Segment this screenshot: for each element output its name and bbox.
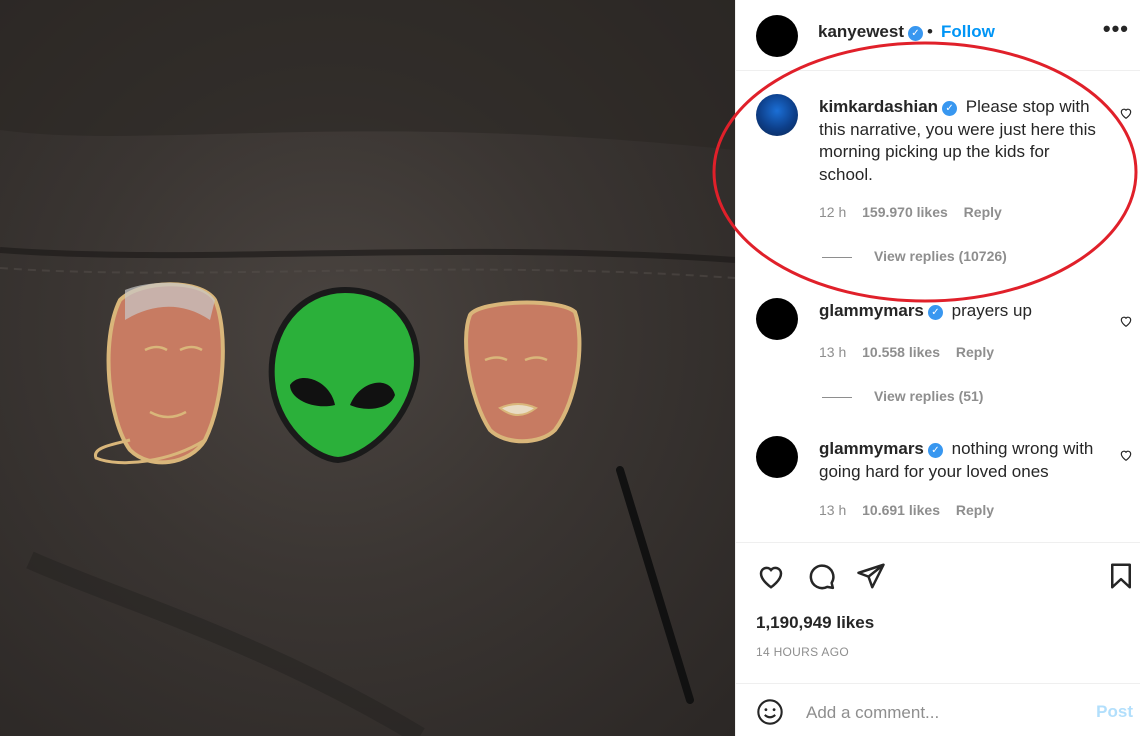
comment-likes[interactable]: 159.970 likes xyxy=(862,204,948,220)
author-username[interactable]: kanyewest ✓ xyxy=(818,22,923,42)
post-actions: 1,190,949 likes 14 HOURS AGO Post xyxy=(736,542,1140,737)
more-options-icon[interactable]: ••• xyxy=(1103,16,1129,42)
face-pin-1 xyxy=(94,282,225,465)
add-comment-bar: Post xyxy=(736,683,1140,738)
view-replies-button[interactable]: View replies (51) xyxy=(822,388,983,404)
comment-time: 13 h xyxy=(819,344,847,360)
separator-dot: • xyxy=(927,22,933,41)
post-side-panel: kanyewest ✓ • Follow ••• kimkardashian ✓ P… xyxy=(735,0,1140,736)
comment-username[interactable]: glammymars ✓ xyxy=(819,301,943,320)
like-comment-heart-icon[interactable] xyxy=(1119,314,1133,328)
comment-item: kimkardashian ✓ Please stop with this nar… xyxy=(736,94,1140,284)
view-replies-button[interactable]: View replies (10726) xyxy=(822,248,1007,264)
verified-badge-icon: ✓ xyxy=(927,305,943,320)
verified-badge-icon: ✓ xyxy=(927,443,943,458)
face-pin-2 xyxy=(464,300,582,444)
comment-meta: 12 h 159.970 likes Reply xyxy=(819,204,1014,220)
emoji-icon[interactable] xyxy=(756,698,784,726)
avatar[interactable] xyxy=(756,94,798,136)
comment-text: prayers up xyxy=(951,301,1032,320)
reply-button[interactable]: Reply xyxy=(956,344,994,360)
save-bookmark-icon[interactable] xyxy=(1106,561,1136,591)
reply-button[interactable]: Reply xyxy=(964,204,1002,220)
comments-list[interactable]: kimkardashian ✓ Please stop with this nar… xyxy=(736,78,1140,540)
jacket-pins-image xyxy=(0,0,735,736)
comment-meta: 13 h 10.691 likes Reply xyxy=(819,502,1006,518)
comment-body: glammymars ✓ prayers up xyxy=(819,300,1099,323)
verified-badge-icon: ✓ xyxy=(908,26,923,41)
like-heart-icon[interactable] xyxy=(756,561,786,591)
comment-time: 13 h xyxy=(819,502,847,518)
comment-username[interactable]: glammymars ✓ xyxy=(819,439,943,458)
share-paper-plane-icon[interactable] xyxy=(856,561,886,591)
comment-body: glammymars ✓ nothing wrong with going har… xyxy=(819,438,1099,483)
comment-time: 12 h xyxy=(819,204,847,220)
divider xyxy=(822,396,852,398)
verified-badge-icon: ✓ xyxy=(942,101,958,116)
post-header: kanyewest ✓ • Follow ••• xyxy=(736,0,1140,71)
comment-likes[interactable]: 10.691 likes xyxy=(862,502,940,518)
divider xyxy=(822,256,852,258)
avatar[interactable] xyxy=(756,298,798,340)
post-timestamp[interactable]: 14 HOURS AGO xyxy=(756,645,849,659)
post-comment-button[interactable]: Post xyxy=(1096,702,1133,722)
follow-button[interactable]: Follow xyxy=(941,22,995,42)
alien-pin xyxy=(268,286,420,464)
avatar[interactable] xyxy=(756,436,798,478)
comment-bubble-icon[interactable] xyxy=(806,561,836,591)
post-like-count[interactable]: 1,190,949 likes xyxy=(756,613,874,633)
comment-likes[interactable]: 10.558 likes xyxy=(862,344,940,360)
like-comment-heart-icon[interactable] xyxy=(1119,106,1133,120)
reply-button[interactable]: Reply xyxy=(956,502,994,518)
comment-item: glammymars ✓ nothing wrong with going har… xyxy=(736,436,1140,536)
comment-item: glammymars ✓ prayers up 13 h 10.558 likes… xyxy=(736,298,1140,408)
comment-username[interactable]: kimkardashian ✓ xyxy=(819,97,958,116)
comment-input[interactable] xyxy=(804,698,1088,728)
like-comment-heart-icon[interactable] xyxy=(1119,448,1133,462)
post-photo xyxy=(0,0,735,736)
comment-body: kimkardashian ✓ Please stop with this nar… xyxy=(819,96,1099,186)
avatar[interactable] xyxy=(756,15,798,57)
comment-meta: 13 h 10.558 likes Reply xyxy=(819,344,1006,360)
